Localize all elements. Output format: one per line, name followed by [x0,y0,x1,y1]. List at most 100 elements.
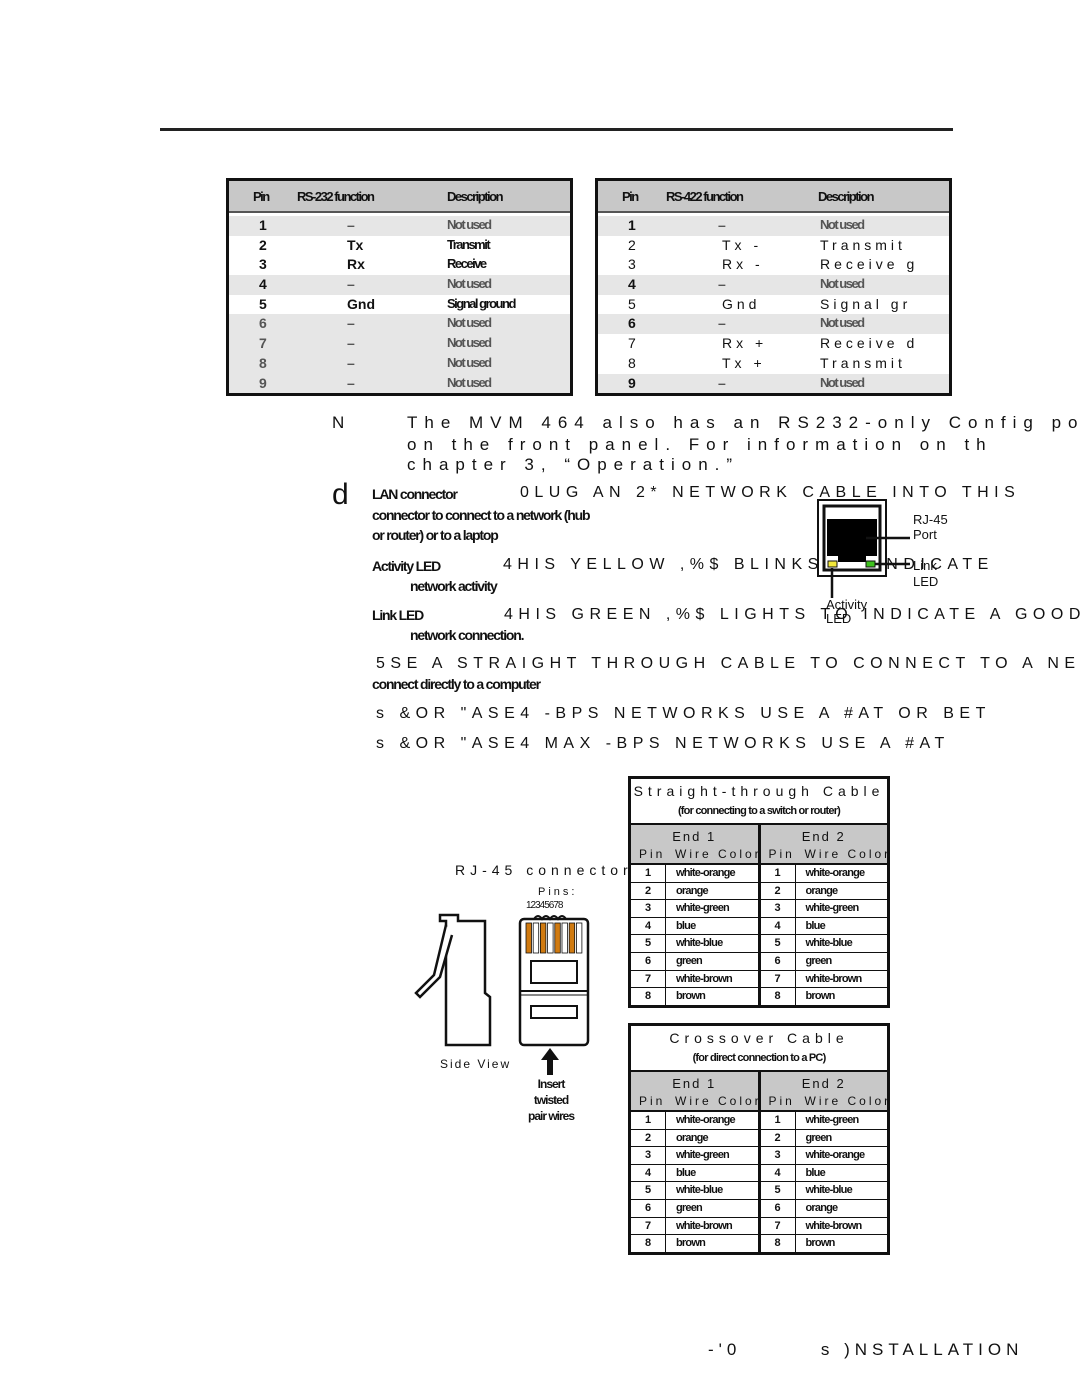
wire-row: 4 blue [631,917,758,936]
wire-color: orange [805,884,839,897]
side-view-label: Side View [440,1057,512,1071]
wire-row: 1 white-orange [631,1112,758,1130]
rs422-pin-table: Pin RS-422 function Description 1 – Not us… [595,178,952,397]
function-cell: – [718,315,726,332]
table-row: 2 Tx Transmit [229,236,570,256]
straight-subtitle: (for connecting to a switch or router) [677,805,841,817]
link-led-sub: network connection. [410,627,525,643]
wire-color: white-green [676,1149,730,1162]
pin-number: 2 [631,882,666,900]
header-pin: Pin [622,189,639,204]
wire-color: white-orange [676,867,736,879]
function-cell: Rx - [722,256,764,273]
footer-left: -'0 [708,1340,742,1359]
pin-contact [539,922,547,954]
description-cell: Not used [820,217,865,232]
wire-row: 4 blue [760,917,887,936]
wire-color: white-orange [805,1149,866,1162]
wire-color: green [805,1131,833,1144]
wire-color: blue [805,1166,826,1179]
note-line-1: The MVM 464 also has an RS232-only Confi… [407,413,1080,432]
pin-cell: 6 [628,315,636,332]
pin-number: 3 [631,1147,666,1164]
note-line-2: on the front panel. For information on t… [407,435,993,454]
link-label-line1: Link [913,558,937,573]
straight-title: Straight-through Cable [633,783,885,799]
pin-cell: 8 [259,354,267,371]
wire-row: 5 white-blue [760,1182,887,1200]
front-view-plug [518,915,590,1047]
wire-row: 3 white-green [631,900,758,918]
wire-row: 6 green [631,952,758,971]
wire-color: white-green [805,1114,860,1126]
table-row: 8 – Not used [229,353,570,374]
pin-number: 3 [761,1147,796,1164]
wire-row: 7 white-brown [760,1217,887,1236]
wire-color: white-blue [676,937,723,950]
pin-number: 3 [631,900,666,917]
wire-color: white-green [676,902,730,915]
wire-row: 6 orange [760,1199,887,1218]
lan-connector-term: LAN connector [372,486,458,502]
wire-color: brown [676,990,706,1003]
pin-contact [547,922,554,954]
item-marker: d [332,478,349,511]
table-row: 9 – Not used [229,373,570,394]
insert-note-line1: Insert [537,1077,566,1091]
link-label-line2: LED [913,574,939,589]
link-led-label: Link LED [913,558,938,590]
bullet-2: s &OR "ASE4 MAX -BPS NETWORKS USE A #AT [376,735,950,752]
table-row: 8 Tx + Transmit [598,354,949,374]
end1-column: End 1 Pin Wire Color 1 white-orange 2 orang… [631,825,761,1005]
page-footer: -'0 s )NSTALLATION [708,1340,1023,1360]
function-cell: Gnd [347,295,375,312]
wire-row: 3 white-orange [760,1147,887,1165]
function-cell: – [718,276,726,293]
table-row: 4 – Not used [598,275,949,295]
pin-number: 6 [631,1199,666,1217]
pin-number: 5 [761,1182,796,1199]
port-label-line1: RJ-45 [913,512,948,527]
description-cell: Receive g [820,256,919,273]
pin-number: 7 [761,970,796,988]
wire-row: 2 green [760,1129,887,1148]
wire-row: 2 orange [631,1129,758,1148]
description-cell: Not used [447,276,492,292]
wire-row: 8 brown [761,988,888,1005]
pin-contact [575,922,583,954]
function-cell: Rx + [722,335,768,352]
table-row: 7 Rx + Receive d [598,334,949,354]
description-cell: Transmit [820,354,906,371]
table-row: 2 Tx - Transmit [598,236,949,256]
pin-number: 4 [631,917,666,935]
color-label: Wire Color [675,847,762,861]
table-row: 5 Gnd Signal gr [598,295,949,315]
pin-cell: 3 [628,256,636,273]
table-row: 4 – Not used [229,275,570,295]
description-cell: Transmit [447,236,491,252]
pin-label: Pin [768,847,795,861]
cable-use-text: 5SE A STRAIGHT THROUGH CABLE TO CONNECT … [376,655,1080,672]
wire-color: orange [676,1131,709,1144]
pin-number: 6 [761,1199,796,1217]
wire-row: 7 white-brown [631,970,758,989]
pin-number: 7 [761,1217,796,1235]
link-led-text: 4HIS GREEN ,%$ LIGHTS TO INDICATE A GOOD [504,606,1080,623]
activity-led-term: Activity LED [372,558,441,574]
wire-row: 1 white-green [760,1112,887,1130]
wire-color: brown [676,1237,706,1250]
function-cell: – [347,374,355,391]
header-rule [160,128,953,131]
pin-number: 2 [761,882,796,900]
wire-color: white-orange [676,1114,736,1126]
wire-row: 6 green [631,1199,758,1218]
wire-row: 8 brown [631,988,758,1005]
straight-through-table: Straight-through Cable (for connecting t… [628,776,890,1008]
lan-connector-sub2: or router) or to a laptop [372,527,499,543]
wire-row: 1 white-orange [631,865,758,883]
header-pin: Pin [253,189,270,204]
pin-number: 1 [761,865,796,882]
activity-led-label: Activity LED [826,598,867,626]
wire-row: 8 brown [761,1235,888,1252]
table-row: 1 – Not used [598,216,949,236]
